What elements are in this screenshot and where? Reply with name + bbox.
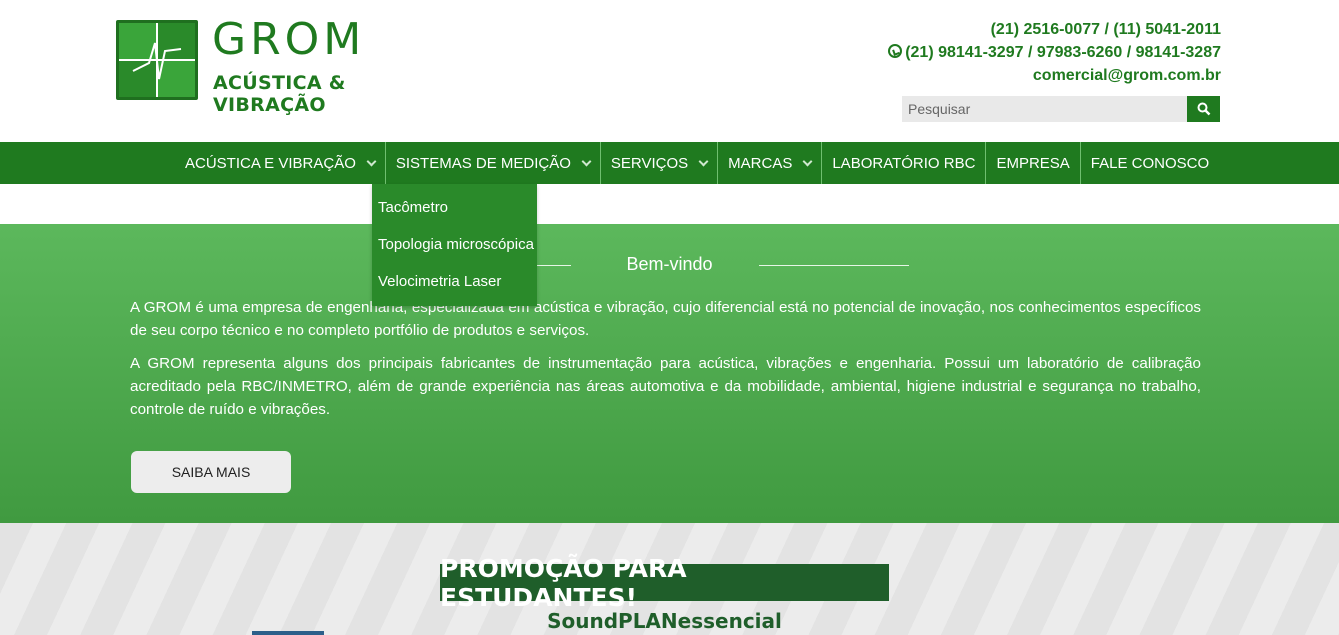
- nav-item-fale-conosco[interactable]: FALE CONOSCO: [1081, 142, 1219, 184]
- logo-tagline: ACÚSTICA & VIBRAÇÃO: [213, 72, 346, 116]
- welcome-title: Bem-vindo: [626, 254, 713, 274]
- promo-decoration: [252, 631, 324, 635]
- dropdown-item-tacometro[interactable]: Tacômetro: [372, 189, 537, 226]
- title-divider-right: [759, 265, 909, 266]
- chevron-down-icon: [366, 156, 377, 166]
- whatsapp-numbers: (21) 98141-3297 / 97983-6260 / 98141-328…: [905, 44, 1221, 61]
- chevron-down-icon: [581, 156, 592, 166]
- search-bar: [902, 96, 1220, 122]
- phone-numbers: (21) 2516-0077 / (11) 5041-2011: [990, 21, 1221, 38]
- whatsapp-line: (21) 98141-3297 / 97983-6260 / 98141-328…: [888, 41, 1221, 64]
- chevron-down-icon: [802, 156, 813, 166]
- nav-item-laboratorio[interactable]: LABORATÓRIO RBC: [822, 142, 987, 184]
- whatsapp-icon: [888, 44, 903, 58]
- welcome-paragraph-1: A GROM é uma empresa de engenharia, espe…: [130, 299, 1201, 339]
- nav-item-label: ACÚSTICA E VIBRAÇÃO: [185, 154, 356, 172]
- nav-item-servicos[interactable]: SERVIÇOS: [601, 142, 719, 184]
- nav-item-label: MARCAS: [728, 154, 793, 172]
- promo-subtitle: SoundPLANessencial: [547, 609, 782, 633]
- dropdown-item-topologia[interactable]: Topologia microscópica: [372, 226, 537, 263]
- promo-banner-title[interactable]: PROMOÇÃO PARA ESTUDANTES!: [440, 554, 889, 612]
- search-button[interactable]: [1187, 96, 1220, 122]
- nav-item-label: FALE CONOSCO: [1090, 154, 1210, 172]
- nav-item-label: SERVIÇOS: [610, 154, 689, 172]
- nav-item-sistemas[interactable]: SISTEMAS DE MEDIÇÃO: [385, 142, 601, 184]
- contact-info: (21) 2516-0077 / (11) 5041-2011 (21) 981…: [888, 18, 1221, 87]
- sistemas-dropdown-menu: Tacômetro Topologia microscópica Velocim…: [372, 184, 537, 306]
- search-input[interactable]: [902, 96, 1187, 122]
- nav-item-label: LABORATÓRIO RBC: [832, 154, 976, 172]
- saiba-mais-button[interactable]: SAIBA MAIS: [131, 451, 291, 493]
- chevron-down-icon: [698, 156, 709, 166]
- logo-name: GROM: [212, 14, 366, 65]
- nav-item-acustica[interactable]: ACÚSTICA E VIBRAÇÃO: [175, 142, 386, 184]
- welcome-section: Bem-vindo A GROM é uma empresa de engenh…: [0, 224, 1339, 523]
- dropdown-item-velocimetria[interactable]: Velocimetria Laser: [372, 263, 537, 300]
- nav-item-empresa[interactable]: EMPRESA: [986, 142, 1081, 184]
- nav-item-marcas[interactable]: MARCAS: [718, 142, 823, 184]
- nav-item-label: EMPRESA: [996, 154, 1070, 172]
- main-nav: ACÚSTICA E VIBRAÇÃO SISTEMAS DE MEDIÇÃO …: [0, 142, 1339, 184]
- search-icon: [1197, 102, 1210, 116]
- nav-item-label: SISTEMAS DE MEDIÇÃO: [395, 154, 571, 172]
- promo-section: PROMOÇÃO PARA ESTUDANTES! SoundPLANessen…: [0, 523, 1339, 635]
- logo-mark-icon: [116, 20, 198, 100]
- email-link[interactable]: comercial@grom.com.br: [888, 64, 1221, 87]
- grom-logo[interactable]: GROM ACÚSTICA & VIBRAÇÃO: [116, 14, 451, 116]
- welcome-paragraph-2: A GROM representa alguns dos principais …: [130, 355, 1201, 418]
